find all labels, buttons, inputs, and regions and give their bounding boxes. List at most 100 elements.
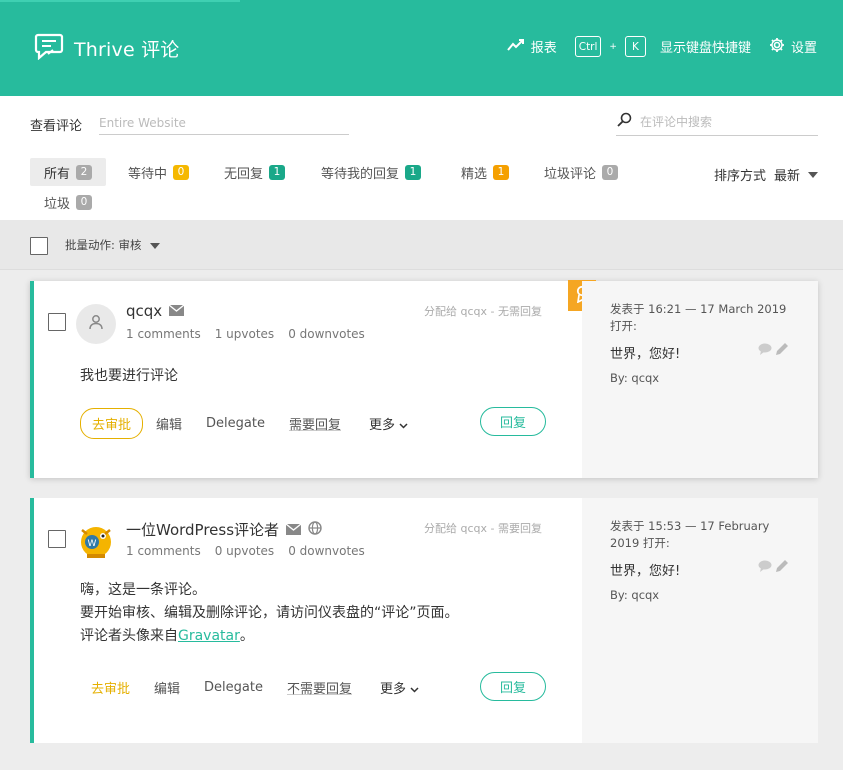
comment-card: W 一位WordPress评论者 1 comments 0 upvotes 0 …: [30, 498, 818, 743]
pencil-icon[interactable]: [776, 560, 788, 576]
k-key: K: [624, 36, 646, 57]
chart-icon: [506, 38, 525, 56]
plus-sign: +: [609, 41, 617, 52]
count-badge: 2: [76, 164, 93, 180]
gravatar-link[interactable]: Gravatar: [178, 628, 240, 644]
posted-line: 发表于 15:53 — 17 February: [610, 519, 770, 533]
avatar: W: [76, 521, 116, 561]
unapprove-button[interactable]: 去审批: [80, 673, 141, 702]
bulk-action-dropdown[interactable]: 批量动作: 审核: [65, 237, 160, 253]
caret-down-icon: [149, 238, 160, 252]
posted-date: 发表于 15:53 — 17 February 2019 打开:: [610, 518, 769, 552]
more-menu[interactable]: 更多: [379, 678, 420, 697]
author-name: qcqx: [126, 302, 163, 320]
tab-awaiting-my-reply[interactable]: 等待我的回复 1: [307, 158, 435, 186]
posted-line: 2019 打开:: [610, 536, 670, 550]
comment-bubble-icon[interactable]: [758, 560, 772, 576]
view-scope-input[interactable]: [99, 111, 349, 135]
app-header: Thrive 评论 报表 Ctrl + K 显示键盘快捷键 设置: [0, 0, 843, 96]
sort-dropdown[interactable]: 排序方式 最新: [714, 165, 818, 184]
more-label: 更多: [379, 682, 406, 697]
comment-checkbox[interactable]: [48, 530, 66, 548]
count-badge: 0: [76, 194, 93, 210]
tab-label: 垃圾评论: [544, 166, 597, 182]
delegate-button[interactable]: Delegate: [205, 416, 266, 431]
gear-icon: [769, 37, 785, 57]
pencil-icon[interactable]: [776, 343, 788, 359]
tab-trash[interactable]: 垃圾 0: [30, 188, 106, 216]
more-label: 更多: [368, 418, 395, 433]
upvotes-count: 1 upvotes: [214, 327, 275, 341]
comment-body: 嗨，这是一条评论。 要开始审核、编辑及删除评论，请访问仪表盘的“评论”页面。 评…: [80, 579, 459, 648]
comment-post-info: 发表于 16:21 — 17 March 2019 打开: 世界，您好! By:…: [582, 281, 818, 478]
view-comments-label: 查看评论: [30, 119, 83, 134]
comment-post-info: 发表于 15:53 — 17 February 2019 打开: 世界，您好! …: [582, 498, 818, 743]
comment-stats: 1 comments 0 upvotes 0 downvotes: [126, 544, 365, 558]
reply-needed-button[interactable]: 需要回复: [288, 414, 342, 433]
tab-pending[interactable]: 等待中 0: [114, 158, 203, 186]
tab-all[interactable]: 所有 2: [30, 158, 107, 186]
email-icon[interactable]: [168, 302, 185, 320]
comment-author: 一位WordPress评论者: [126, 519, 322, 540]
post-icons: [758, 343, 788, 359]
wapuu-avatar-icon: W: [81, 527, 111, 558]
header-accent-strip: [0, 0, 240, 2]
posted-line: 发表于 16:21 — 17 March 2019: [610, 302, 787, 316]
count-badge: 1: [493, 164, 510, 180]
brand: Thrive 评论: [34, 32, 180, 64]
edit-button[interactable]: 编辑: [153, 678, 181, 697]
comment-stats: 1 comments 1 upvotes 0 downvotes: [126, 327, 365, 341]
downvotes-count: 0 downvotes: [288, 327, 365, 341]
filter-toolbar: 查看评论 所有 2 等待中 0 无回复 1 等待我的回复 1 精选 1 垃圾评论…: [0, 96, 843, 220]
tab-featured[interactable]: 精选 1: [447, 158, 523, 186]
avatar: [76, 304, 116, 344]
comments-count: 1 comments: [126, 544, 201, 558]
comment-bubble-icon[interactable]: [758, 343, 772, 359]
post-title-link[interactable]: 世界，您好!: [610, 560, 680, 579]
unapprove-button[interactable]: 去审批: [80, 408, 144, 439]
reply-button[interactable]: 回复: [480, 672, 546, 701]
settings-button[interactable]: 设置: [769, 37, 817, 57]
search-box: [616, 108, 818, 136]
delegate-button[interactable]: Delegate: [203, 680, 264, 695]
caret-down-icon: [808, 167, 818, 182]
shortcuts-label: 显示键盘快捷键: [659, 41, 751, 56]
post-author: By: qcqx: [610, 371, 660, 385]
select-all-checkbox[interactable]: [30, 237, 48, 255]
tab-label: 等待中: [128, 166, 168, 182]
globe-icon[interactable]: [308, 520, 322, 539]
reply-needed-button[interactable]: 不需要回复: [286, 678, 353, 697]
email-icon[interactable]: [285, 521, 302, 539]
more-menu[interactable]: 更多: [368, 414, 409, 433]
count-badge: 1: [269, 164, 286, 180]
search-input[interactable]: [640, 114, 810, 129]
sort-label: 排序方式: [713, 169, 766, 184]
post-icons: [758, 560, 788, 576]
tab-label: 等待我的回复: [321, 166, 400, 182]
count-badge: 1: [405, 164, 422, 180]
keyboard-shortcuts-button[interactable]: Ctrl + K 显示键盘快捷键: [574, 36, 751, 57]
chevron-down-icon: [399, 418, 408, 433]
post-title-link[interactable]: 世界，您好!: [610, 343, 680, 362]
comment-text: 。: [239, 628, 254, 644]
tab-label: 所有: [44, 166, 71, 182]
tab-label: 无回复: [224, 166, 264, 182]
tab-unreplied[interactable]: 无回复 1: [210, 158, 299, 186]
author-name: 一位WordPress评论者: [126, 521, 280, 539]
tab-spam[interactable]: 垃圾评论 0: [530, 158, 632, 186]
comment-body: 我也要进行评论: [80, 368, 178, 384]
comment-actions: 去审批 编辑 Delegate 不需要回复 更多: [80, 673, 420, 702]
comment-line: 要开始审核、编辑及删除评论，请访问仪表盘的“评论”页面。: [80, 605, 459, 621]
comment-checkbox[interactable]: [48, 313, 66, 331]
app-title: Thrive 评论: [74, 38, 180, 61]
comment-card: qcqx 1 comments 1 upvotes 0 downvotes 分配…: [30, 280, 818, 478]
reply-button[interactable]: 回复: [480, 407, 546, 436]
settings-label: 设置: [790, 41, 817, 56]
posted-date: 发表于 16:21 — 17 March 2019 打开:: [610, 301, 786, 335]
count-badge: 0: [173, 164, 190, 180]
edit-button[interactable]: 编辑: [155, 414, 183, 433]
comment-line: 评论者头像来自Gravatar。: [80, 625, 459, 648]
reports-button[interactable]: 报表: [506, 37, 557, 56]
bulk-action-label: 批量动作: 审核: [65, 238, 142, 252]
comment-logo-icon: [34, 32, 64, 64]
